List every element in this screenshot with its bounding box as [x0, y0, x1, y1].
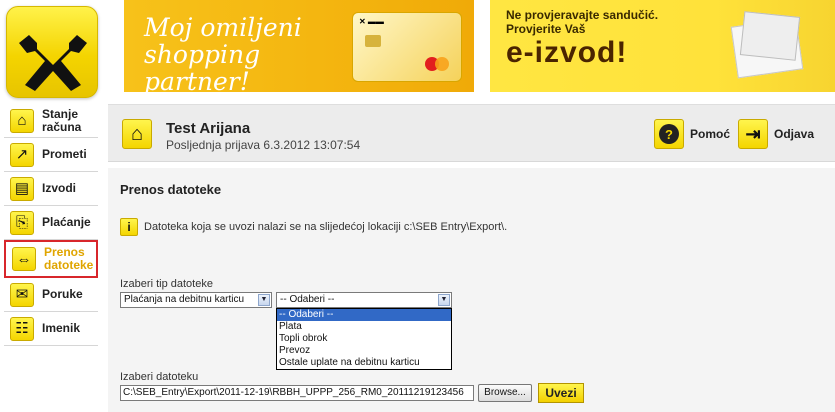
info-icon: i — [120, 218, 138, 236]
file-path-input[interactable]: C:\SEB_Entry\Export\2011-12-19\RBBH_UPPP… — [120, 385, 474, 401]
logout-button[interactable]: ⇥ Odjava — [738, 119, 814, 149]
help-label: Pomoć — [690, 127, 731, 141]
upload-button[interactable]: Uvezi — [538, 383, 584, 403]
banner-line-2: Provjerite Vaš — [506, 22, 586, 36]
envelope-icon: ✉ — [10, 282, 34, 307]
info-message: i Datoteka koja se uvozi nalazi se na sl… — [120, 218, 507, 236]
banner-line-1: Ne provjeravajte sandučić. — [506, 8, 659, 22]
dropdown-option[interactable]: Plata — [277, 321, 451, 333]
sidebar-item-label: Prometi — [42, 147, 87, 161]
payment-icon: ⎘ — [10, 210, 34, 235]
logout-label: Odjava — [774, 127, 815, 141]
browse-button[interactable]: Browse... — [478, 384, 532, 402]
sidebar-item-label: Stanje računa — [42, 106, 82, 134]
sidebar-item-prenos-datoteke[interactable]: ⇔ Prenos datoteke — [4, 240, 98, 278]
banner-slogan: Moj omiljeni shopping partner! — [144, 13, 302, 92]
sidebar-item-label: Poruke — [42, 287, 83, 301]
info-text: Datoteka koja se uvozi nalazi se na slij… — [144, 221, 508, 233]
help-icon: ? — [654, 119, 684, 149]
sidebar-item-prometi[interactable]: ↗ Prometi — [4, 138, 98, 172]
file-label: Izaberi datoteku — [120, 371, 199, 383]
mastercard-icon — [425, 57, 451, 71]
document-icon: ▤ — [10, 176, 34, 201]
logout-icon: ⇥ — [738, 119, 768, 149]
page-title: Prenos datoteke — [120, 182, 222, 197]
e-statement-banner[interactable]: Ne provjeravajte sandučić. Provjerite Va… — [490, 0, 835, 92]
subtype-value: -- Odaberi -- — [280, 294, 335, 305]
chevron-down-icon[interactable]: ▼ — [258, 294, 270, 306]
file-transfer-panel: Prenos datoteke i Datoteka koja se uvozi… — [108, 168, 835, 412]
dropdown-option[interactable]: -- Odaberi -- — [277, 309, 451, 321]
dropdown-option[interactable]: Prevoz — [277, 345, 451, 357]
sidebar-item-poruke[interactable]: ✉ Poruke — [4, 278, 98, 312]
sidebar-item-label: Imenik — [42, 321, 81, 335]
home-icon[interactable]: ⌂ — [122, 119, 152, 149]
address-book-icon: ☷ — [10, 316, 34, 341]
sidebar-item-placanje[interactable]: ⎘ Plaćanje — [4, 206, 98, 240]
user-name: Test Arijana — [166, 120, 251, 137]
chevron-down-icon[interactable]: ▼ — [438, 294, 450, 306]
sidebar-item-label: Izvodi — [42, 181, 77, 195]
card-brand-mark: ✕ ▬▬ — [359, 17, 384, 26]
dropdown-option[interactable]: Ostale uplate na debitnu karticu — [277, 357, 451, 369]
crossed-gables-icon — [19, 35, 87, 91]
subtype-dropdown-list: -- Odaberi -- Plata Topli obrok Prevoz O… — [276, 308, 452, 370]
file-type-value: Plaćanja na debitnu karticu — [124, 294, 245, 305]
sidebar-item-label: Prenos datoteke — [44, 245, 94, 272]
dropdown-option[interactable]: Topli obrok — [277, 333, 451, 345]
sidebar-nav: ⌂ Stanje računa ↗ Prometi ▤ Izvodi ⎘ Pla… — [4, 104, 98, 346]
envelopes-image — [728, 10, 808, 82]
sidebar-item-label: Plaćanje — [42, 215, 91, 229]
file-type-label: Izaberi tip datoteke — [120, 278, 213, 290]
sidebar-item-izvodi[interactable]: ▤ Izvodi — [4, 172, 98, 206]
help-button[interactable]: ? Pomoć — [654, 119, 730, 149]
card-chip — [365, 35, 381, 47]
shopping-partner-banner[interactable]: Moj omiljeni shopping partner! ✕ ▬▬ — [124, 0, 474, 92]
last-login-text: Posljednja prijava 6.3.2012 13:07:54 — [166, 138, 361, 152]
sidebar-item-stanje-racuna[interactable]: ⌂ Stanje računa — [4, 104, 98, 138]
home-icon: ⌂ — [10, 108, 34, 133]
trend-arrow-icon: ↗ — [10, 142, 34, 167]
banner-headline: e-izvod! — [506, 36, 628, 69]
file-type-select[interactable]: Plaćanja na debitnu karticu ▼ — [120, 292, 272, 308]
sidebar-item-imenik[interactable]: ☷ Imenik — [4, 312, 98, 346]
debit-card-image: ✕ ▬▬ — [352, 12, 462, 82]
transfer-arrows-icon: ⇔ — [12, 247, 36, 271]
subtype-select[interactable]: -- Odaberi -- ▼ — [276, 292, 452, 308]
raiffeisen-logo[interactable] — [6, 6, 98, 98]
user-header: ⌂ Test Arijana Posljednja prijava 6.3.20… — [108, 104, 835, 162]
